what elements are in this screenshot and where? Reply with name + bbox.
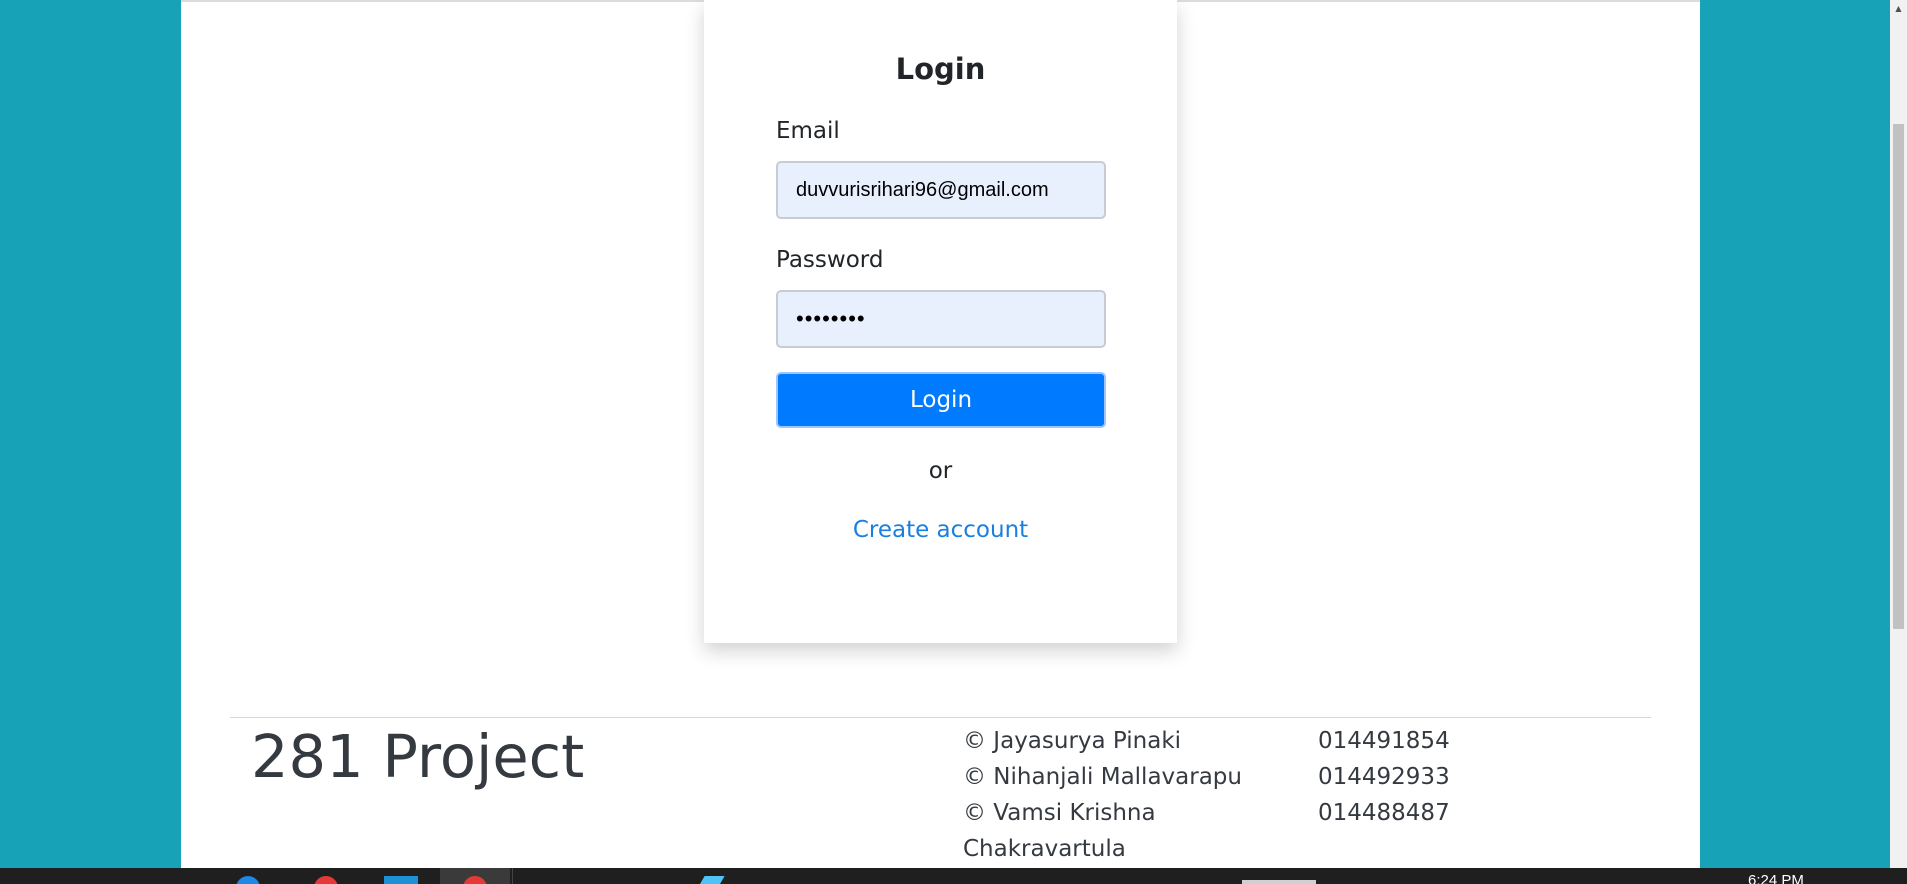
or-separator: or xyxy=(928,458,953,484)
credit-name: © Vamsi Krishna xyxy=(963,800,1156,826)
taskbar-clock[interactable]: 6:24 PM xyxy=(1748,872,1804,884)
vscode-icon[interactable] xyxy=(695,876,725,884)
footer-brand: 281 Project xyxy=(251,722,585,791)
credit-id: 014488487 xyxy=(1318,800,1450,826)
email-label: Email xyxy=(776,118,840,144)
email-field[interactable]: duvvurisrihari96@gmail.com xyxy=(776,161,1106,219)
page-background-right xyxy=(1700,0,1890,868)
active-chrome-window-icon[interactable] xyxy=(440,868,510,884)
credit-name: © Nihanjali Mallavarapu xyxy=(963,764,1242,790)
taskbar-app-icon[interactable] xyxy=(1242,880,1316,884)
page-background-left xyxy=(0,0,181,868)
login-title: Login xyxy=(895,52,986,86)
taskbar: 6:24 PM xyxy=(0,868,1907,884)
password-field[interactable]: •••••••• xyxy=(776,290,1106,348)
credit-name: Chakravartula xyxy=(963,836,1126,862)
scrollbar-thumb[interactable] xyxy=(1893,124,1904,629)
login-button[interactable]: Login xyxy=(776,372,1106,428)
vertical-scrollbar[interactable]: ▲ xyxy=(1890,0,1907,868)
password-label: Password xyxy=(776,247,884,273)
login-card: Login Email duvvurisrihari96@gmail.com P… xyxy=(704,0,1177,643)
footer-divider xyxy=(230,717,1651,718)
chevron-up-icon[interactable]: ▲ xyxy=(1890,0,1907,17)
credit-id: 014491854 xyxy=(1318,728,1450,754)
edge-browser-icon[interactable] xyxy=(236,876,260,884)
file-explorer-icon[interactable] xyxy=(384,876,418,884)
chrome-browser-icon[interactable] xyxy=(314,876,338,884)
credit-name: © Jayasurya Pinaki xyxy=(963,728,1182,754)
create-account-link[interactable]: Create account xyxy=(704,517,1177,543)
credit-id: 014492933 xyxy=(1318,764,1450,790)
taskbar-divider xyxy=(512,868,513,884)
